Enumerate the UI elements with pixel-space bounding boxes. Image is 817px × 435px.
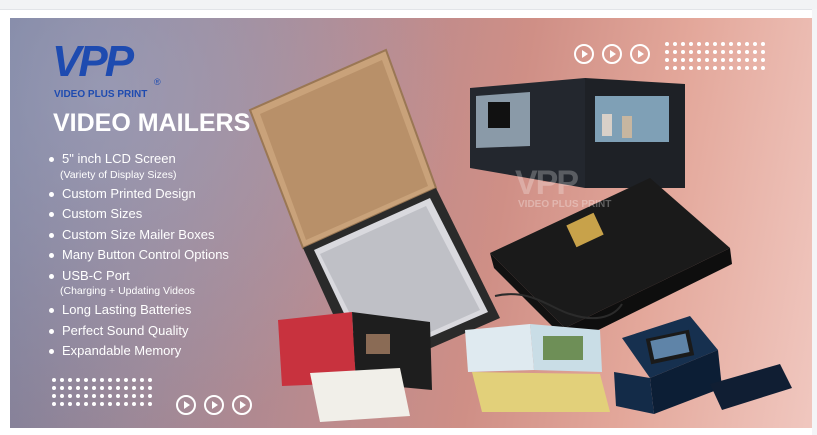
product-illustration	[248, 48, 792, 422]
browser-top-bar	[0, 0, 817, 10]
vpp-watermark: VPP	[515, 164, 579, 202]
vpp-watermark-subtitle: VIDEO PLUS PRINT	[518, 199, 612, 210]
scrollbar-track[interactable]	[812, 9, 817, 435]
video-mailers-banner: VPP ® VIDEO PLUS PRINT VIDEO MAILERS 5" …	[10, 18, 812, 428]
